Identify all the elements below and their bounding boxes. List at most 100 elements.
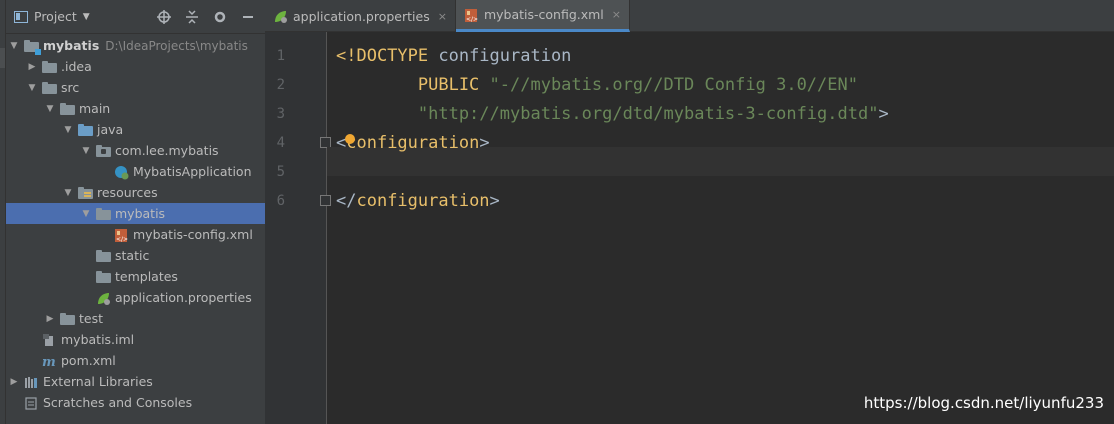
svg-text:</>: </> [466,16,478,23]
code-token: > [489,191,500,211]
close-icon[interactable]: × [438,10,447,23]
close-icon[interactable]: × [612,8,621,21]
folder-icon [42,60,57,73]
tree-item[interactable]: ▼ resources [6,182,265,203]
folder-icon [42,81,57,94]
code-line[interactable]: </configuration> [336,191,500,211]
folder-icon [96,207,111,220]
tree-item-label: pom.xml [61,353,116,368]
chevron-down-icon[interactable]: ▼ [83,12,90,22]
source-folder-icon [78,123,93,136]
code-token: > [878,104,889,124]
editor-gutter: 1 2 3 4 5 6 [265,32,331,424]
folder-icon [60,102,75,115]
collapsed-arrow-icon[interactable]: ▶ [8,377,20,387]
code-token: > [479,133,490,153]
code-token: configuration [356,191,490,211]
editor-tab[interactable]: application.properties × [265,0,456,32]
expanded-arrow-icon[interactable]: ▼ [62,125,74,135]
project-panel-header: Project ▼ [6,0,265,34]
svg-text:m: m [42,355,56,369]
project-icon [14,10,28,23]
tree-item[interactable]: ▼ mybatis D:\IdeaProjects\mybatis [6,35,265,56]
project-path: D:\IdeaProjects\mybatis [105,38,248,53]
line-number: 6 [276,193,285,209]
collapsed-arrow-icon[interactable]: ▶ [44,314,56,324]
crosshair-icon[interactable] [155,8,173,26]
tree-item-label: main [79,101,111,116]
scratches-icon [24,396,39,410]
tree-item-label: templates [115,269,178,284]
tree-item[interactable]: ▼ mybatis [6,203,265,224]
tree-item-label: mybatis.iml [61,332,135,347]
hide-icon[interactable] [239,8,257,26]
tree-item[interactable]: ▶mybatis.iml [6,329,265,350]
resources-folder-icon [78,186,93,199]
tree-item-label: .idea [61,59,92,74]
tool-strip-tab[interactable] [0,48,5,68]
folder-icon [60,312,75,325]
line-number: 3 [276,106,285,122]
tree-item[interactable]: ▶application.properties [6,287,265,308]
editor-tab[interactable]: </> mybatis-config.xml × [455,0,630,32]
code-line[interactable]: PUBLIC "-//mybatis.org//DTD Config 3.0//… [336,75,858,95]
tree-item[interactable]: ▼ main [6,98,265,119]
tree-item-label: static [115,248,150,263]
tree-item-label: mybatis-config.xml [133,227,253,242]
collapse-icon[interactable] [183,8,201,26]
tree-item[interactable]: ▶static [6,245,265,266]
code-token: <!DOCTYPE [336,46,439,66]
project-panel: Project ▼ ▼ mybatis D:\IdeaProjects\mybati… [6,0,265,424]
tree-item[interactable]: ▶</>mybatis-config.xml [6,224,265,245]
code-editor[interactable]: 1 2 3 4 5 6 <!DOCTYPE configuration PUBLIC "-… [265,32,1114,424]
tree-item[interactable]: ▶ test [6,308,265,329]
tree-item[interactable]: ▶ .idea [6,56,265,77]
spring-properties-icon [96,291,111,305]
collapsed-arrow-icon[interactable]: ▶ [26,62,38,72]
tree-item[interactable]: ▼ java [6,119,265,140]
line-number: 1 [276,48,285,64]
project-panel-title[interactable]: Project [34,9,77,24]
expanded-arrow-icon[interactable]: ▼ [26,83,38,93]
tree-item-label: resources [97,185,158,200]
code-line[interactable]: <configuration> [336,133,490,153]
tree-item[interactable]: ▼ src [6,77,265,98]
tree-item-label: src [61,80,80,95]
expanded-arrow-icon[interactable]: ▼ [80,146,92,156]
tree-item[interactable]: ▼ com.lee.mybatis [6,140,265,161]
tree-item[interactable]: ▶MybatisApplication [6,161,265,182]
folder-icon [96,270,111,283]
line-number: 2 [276,77,285,93]
tree-item[interactable]: ▶ External Libraries [6,371,265,392]
tree-item-label: com.lee.mybatis [115,143,219,158]
tree-item-label: mybatis [115,206,166,221]
code-line[interactable]: <!DOCTYPE configuration [336,46,571,66]
gear-icon[interactable] [211,8,229,26]
tree-item[interactable]: ▶Scratches and Consoles [6,392,265,413]
spring-class-icon [114,165,129,179]
tree-item-label: Scratches and Consoles [43,395,193,410]
expanded-arrow-icon[interactable]: ▼ [44,104,56,114]
tree-item-label: test [79,311,104,326]
tree-item[interactable]: ▶mpom.xml [6,350,265,371]
code-token: configuration [346,133,480,153]
expanded-arrow-icon[interactable]: ▼ [8,41,20,51]
package-icon [96,144,111,157]
code-token: configuration [438,46,572,66]
code-token: "-//mybatis.org//DTD Config 3.0//EN" [489,75,858,95]
expanded-arrow-icon[interactable]: ▼ [80,209,92,219]
libraries-icon [24,375,39,389]
line-number: 5 [276,164,285,180]
tree-item[interactable]: ▶templates [6,266,265,287]
intention-bulb-icon[interactable] [345,134,355,144]
tab-label: mybatis-config.xml [483,7,604,22]
tree-item-label: application.properties [115,290,252,305]
xml-file-icon: </> [464,8,479,23]
tab-label: application.properties [293,8,430,24]
xml-file-icon: </> [114,228,129,243]
fold-marker-icon[interactable] [320,195,331,206]
code-line[interactable]: "http://mybatis.org/dtd/mybatis-3-config… [336,104,889,124]
expanded-arrow-icon[interactable]: ▼ [62,188,74,198]
tree-item-label: java [97,122,124,137]
folder-icon [96,249,111,262]
